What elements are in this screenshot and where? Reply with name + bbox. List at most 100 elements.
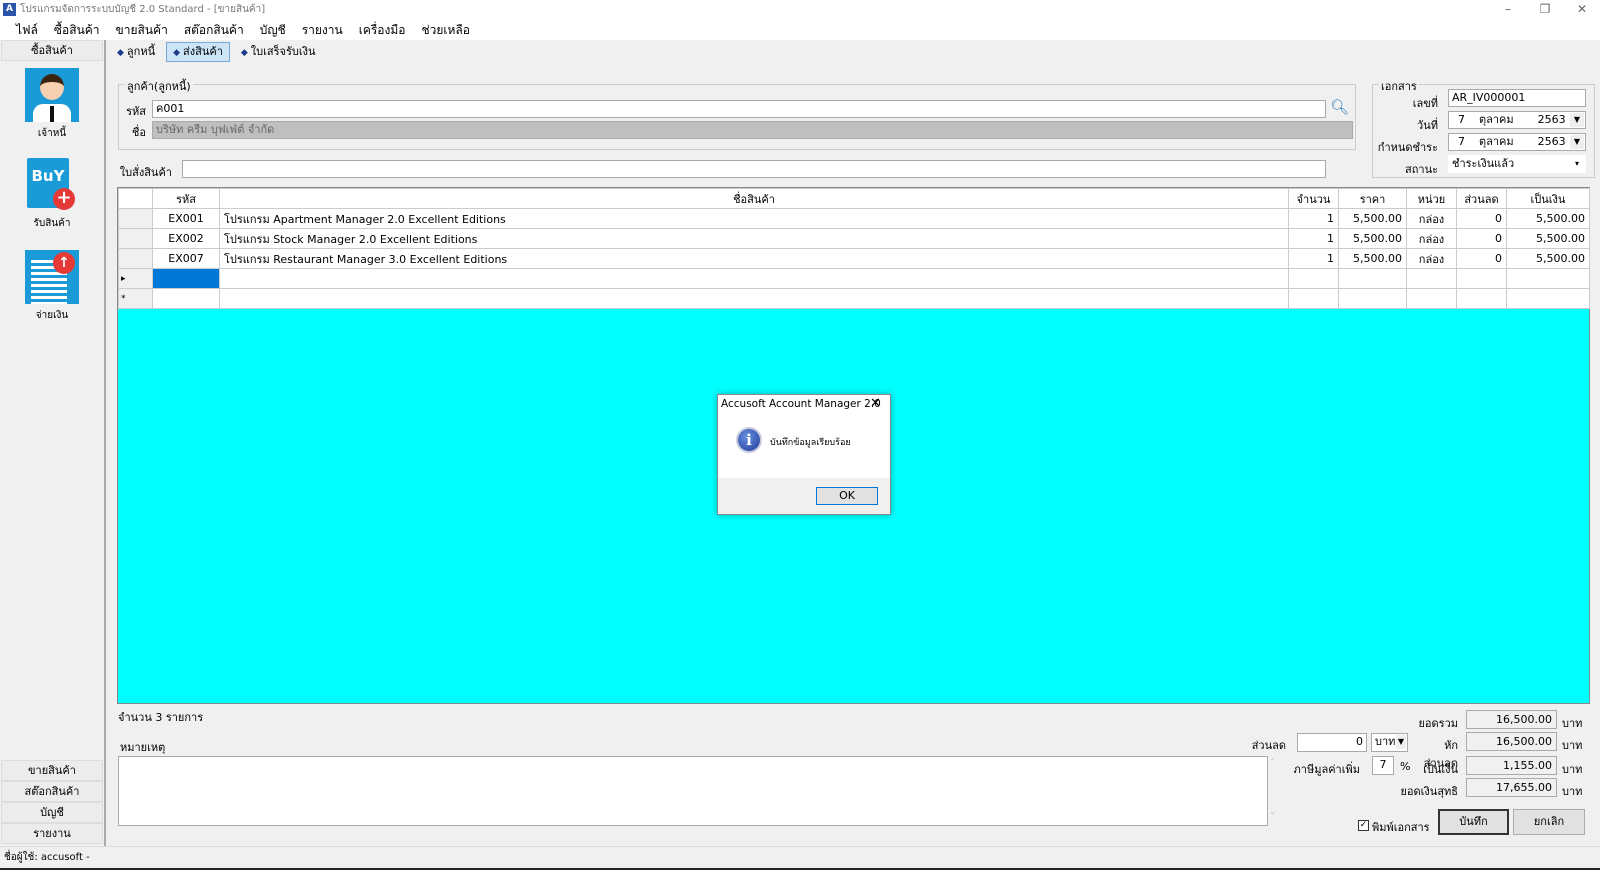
col-unit[interactable]: หน่วย xyxy=(1406,188,1457,209)
status-label: สถานะ xyxy=(1405,163,1438,176)
order-input[interactable] xyxy=(182,160,1326,178)
cancel-button[interactable]: ยกเลิก xyxy=(1513,809,1585,835)
sidebar-item-label: รับสินค้า xyxy=(33,218,71,229)
menu-sales[interactable]: ขายสินค้า xyxy=(108,20,176,40)
status-bar: ชื่อผู้ใช้: accusoft - xyxy=(0,846,1600,868)
col-qty[interactable]: จำนวน xyxy=(1288,188,1339,209)
sidebar-item-pay[interactable]: ↑ จ่ายเงิน xyxy=(0,250,104,323)
message-dialog: Accusoft Account Manager 2.0 ✕ i บันทึกข… xyxy=(717,394,891,515)
current-row[interactable]: ▸ xyxy=(118,268,1590,289)
menu-tools[interactable]: เครื่องมือ xyxy=(351,20,414,40)
buy-icon: BuY + xyxy=(25,158,79,212)
tab-debtor[interactable]: ◆ ลูกหนี้ xyxy=(110,42,162,62)
sidebar-item-creditor[interactable]: เจ้าหนี้ xyxy=(0,68,104,141)
diamond-icon: ◆ xyxy=(173,48,181,58)
table-row[interactable]: EX001 โปรแกรม Apartment Manager 2.0 Excel… xyxy=(118,208,1590,229)
dialog-title: Accusoft Account Manager 2.0 xyxy=(721,398,881,410)
menu-stock[interactable]: สต๊อกสินค้า xyxy=(176,20,252,40)
row-pointer-icon: ▸ xyxy=(118,268,153,289)
person-icon xyxy=(25,68,79,122)
menu-account[interactable]: บัญชี xyxy=(252,20,294,40)
sidebar-account[interactable]: บัญชี xyxy=(1,802,103,823)
new-row[interactable]: * xyxy=(118,288,1590,309)
discount-label: ส่วนลด xyxy=(1251,739,1286,752)
ok-button[interactable]: OK xyxy=(816,487,878,505)
note-label: หมายเหตุ xyxy=(120,741,166,754)
currency-label: บาท xyxy=(1562,763,1583,776)
dialog-close-icon[interactable]: ✕ xyxy=(870,396,881,411)
sidebar-item-label: จ่ายเงิน xyxy=(35,310,69,321)
col-price[interactable]: ราคา xyxy=(1338,188,1407,209)
sidebar: ซื้อสินค้า เจ้าหนี้ BuY + รับสินค้า ↑ จ่… xyxy=(0,40,106,846)
date-picker[interactable]: 7 ตุลาคม 2563 ▼ xyxy=(1448,111,1586,129)
status-select[interactable]: ชำระเงินแล้ว ▾ xyxy=(1448,155,1586,173)
close-button[interactable]: ✕ xyxy=(1564,0,1600,20)
sidebar-report[interactable]: รายงาน xyxy=(1,823,103,844)
total-label: ยอดรวม xyxy=(1418,717,1458,730)
dropdown-arrow-icon: ▼ xyxy=(1570,113,1584,127)
search-icon[interactable]: 🔍︎ xyxy=(1330,98,1349,116)
payment-document-icon: ↑ xyxy=(25,250,79,304)
net-label: ยอดเงินสุทธิ xyxy=(1400,785,1458,798)
dropdown-arrow-icon: ▼ xyxy=(1396,735,1406,749)
vat-label: ภาษีมูลค่าเพิ่ม xyxy=(1293,763,1360,776)
menu-report[interactable]: รายงาน xyxy=(294,20,351,40)
new-row-icon: * xyxy=(118,288,153,309)
percent-label: % xyxy=(1400,760,1411,773)
sidebar-sales[interactable]: ขายสินค้า xyxy=(1,760,103,781)
discount-input[interactable]: 0 xyxy=(1297,733,1367,752)
doc-no-input[interactable]: AR_IV000001 xyxy=(1448,89,1586,107)
due-date-picker[interactable]: 7 ตุลาคม 2563 ▼ xyxy=(1448,133,1586,151)
currency-label: บาท xyxy=(1562,739,1583,752)
order-label: ใบสั่งสินค้า xyxy=(119,166,172,179)
currency-label: บาท xyxy=(1562,717,1583,730)
print-label: พิมพ์เอกสาร xyxy=(1372,821,1430,834)
scroll-up-icon[interactable]: ˄ xyxy=(1270,758,1275,769)
col-name[interactable]: ชื่อสินค้า xyxy=(219,188,1289,209)
dropdown-arrow-icon: ▼ xyxy=(1570,135,1584,149)
col-discount[interactable]: ส่วนลด xyxy=(1456,188,1507,209)
customer-name-input: บริษัท ครีม บุฟเฟ่ต์ จำกัด xyxy=(152,121,1353,139)
print-checkbox[interactable]: ✓ xyxy=(1358,820,1369,831)
doc-no-label: เลขที่ xyxy=(1412,97,1438,110)
dialog-message: บันทึกข้อมูลเรียบร้อย xyxy=(770,438,851,448)
due-date-label: กำหนดชำระ xyxy=(1377,141,1438,154)
menu-help[interactable]: ช่วยเหลือ xyxy=(413,20,478,40)
vat-amount-value: 1,155.00 xyxy=(1466,756,1557,775)
selected-cell xyxy=(152,268,220,289)
note-textarea[interactable] xyxy=(118,756,1268,826)
customer-code-input[interactable]: ค001 xyxy=(152,100,1326,118)
sidebar-item-label: เจ้าหนี้ xyxy=(37,128,67,139)
after-discount-value: 16,500.00 xyxy=(1466,732,1557,751)
minimize-button[interactable]: – xyxy=(1490,0,1526,20)
col-amount[interactable]: เป็นเงิน xyxy=(1506,188,1590,209)
total-value: 16,500.00 xyxy=(1466,710,1557,729)
sidebar-header-purchase[interactable]: ซื้อสินค้า xyxy=(1,40,103,61)
info-icon: i xyxy=(736,427,762,453)
title-bar: A โปรแกรมจัดการระบบบัญชี 2.0 Standard - … xyxy=(0,0,1600,20)
vat-rate-input[interactable]: 7 xyxy=(1372,756,1394,775)
app-icon: A xyxy=(3,3,16,16)
sidebar-item-receive-goods[interactable]: BuY + รับสินค้า xyxy=(0,158,104,231)
table-row[interactable]: EX002 โปรแกรม Stock Manager 2.0 Excellent… xyxy=(118,228,1590,249)
menu-purchase[interactable]: ซื้อสินค้า xyxy=(46,20,108,40)
table-row[interactable]: EX007 โปรแกรม Restaurant Manager 3.0 Exce… xyxy=(118,248,1590,269)
diamond-icon: ◆ xyxy=(240,48,248,58)
save-button[interactable]: บันทึก xyxy=(1438,809,1509,835)
dropdown-arrow-icon: ▾ xyxy=(1570,157,1584,171)
menu-bar: ไฟล์ ซื้อสินค้า ขายสินค้า สต๊อกสินค้า บั… xyxy=(0,20,1600,40)
date-label: วันที่ xyxy=(1417,119,1438,132)
tab-deliver-goods[interactable]: ◆ ส่งสินค้า xyxy=(166,42,230,62)
scroll-down-icon[interactable]: ˅ xyxy=(1270,812,1275,823)
document-legend: เอกสาร xyxy=(1379,77,1419,95)
customer-name-label: ชื่อ xyxy=(131,126,146,139)
sidebar-stock[interactable]: สต๊อกสินค้า xyxy=(1,781,103,802)
menu-file[interactable]: ไฟล์ xyxy=(8,20,46,40)
discount-unit-select[interactable]: บาท ▼ xyxy=(1371,733,1408,752)
vat-amount-label: เป็นเงิน xyxy=(1423,763,1458,776)
grid-header: รหัส ชื่อสินค้า จำนวน ราคา หน่วย ส่วนลด … xyxy=(118,188,1590,209)
restore-button[interactable]: ❐ xyxy=(1527,0,1563,20)
tab-receipt[interactable]: ◆ ใบเสร็จรับเงิน xyxy=(234,42,323,62)
window-title: โปรแกรมจัดการระบบบัญชี 2.0 Standard - [ข… xyxy=(20,4,266,15)
col-code[interactable]: รหัส xyxy=(152,188,220,209)
